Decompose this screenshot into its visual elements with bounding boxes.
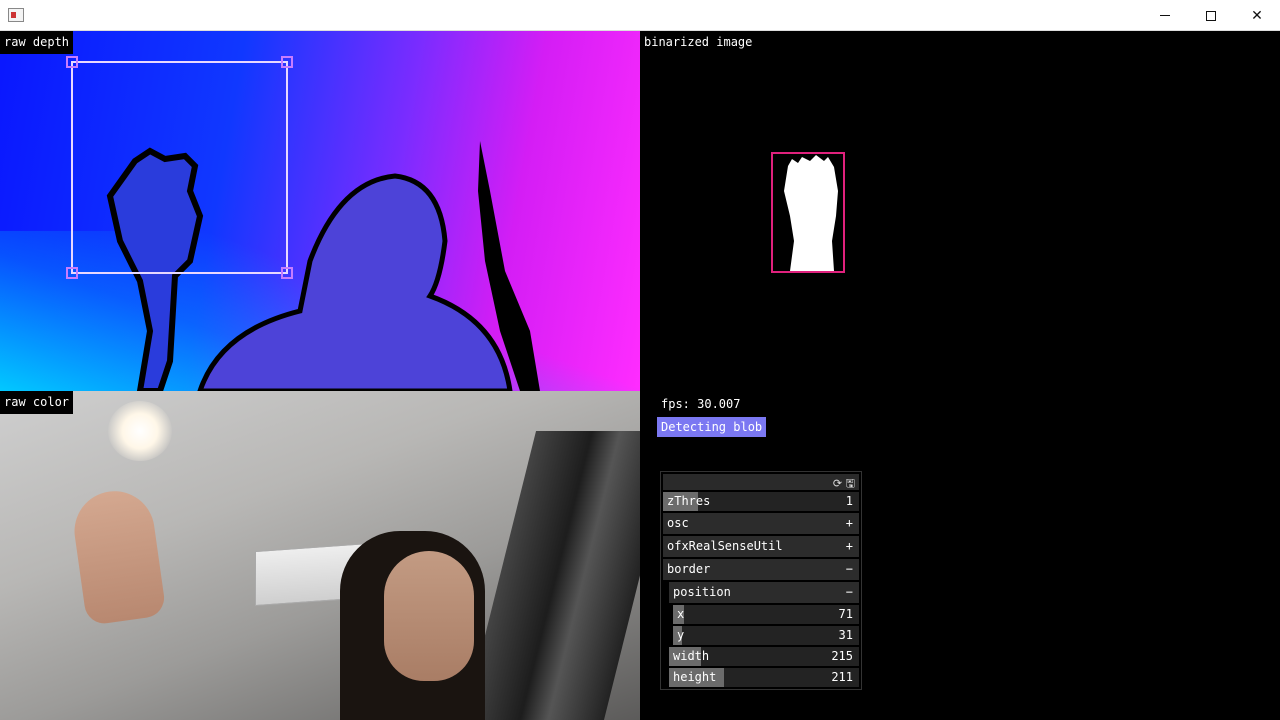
collapse-icon[interactable]: − bbox=[846, 584, 853, 601]
zthres-slider[interactable]: zThres 1 bbox=[663, 492, 859, 511]
app-icon bbox=[8, 8, 24, 22]
status-badge: Detecting blob bbox=[657, 417, 767, 437]
group-osc[interactable]: osc + bbox=[663, 513, 859, 534]
height-label: height bbox=[673, 670, 717, 684]
height-value: 211 bbox=[831, 670, 853, 684]
group-osc-label: osc bbox=[667, 516, 689, 530]
minimize-button[interactable] bbox=[1142, 0, 1188, 31]
raw-depth-view[interactable]: raw depth bbox=[0, 31, 640, 391]
expand-icon[interactable]: + bbox=[846, 515, 853, 532]
y-slider[interactable]: y 31 bbox=[673, 626, 859, 645]
stats-area: fps: 30.007 Detecting blob bbox=[657, 395, 767, 437]
zthres-label: zThres bbox=[667, 494, 711, 508]
depth-hand-silhouette bbox=[106, 147, 204, 391]
binarized-label: binarized image bbox=[640, 31, 757, 54]
group-position[interactable]: position − bbox=[669, 582, 859, 603]
width-label: width bbox=[673, 649, 710, 663]
ceiling-lamp bbox=[108, 401, 172, 461]
panel-header[interactable]: ⟳ 🖫 bbox=[663, 474, 859, 490]
close-button[interactable]: ✕ bbox=[1234, 0, 1280, 31]
collapse-icon[interactable]: − bbox=[846, 561, 853, 578]
raw-color-view: raw color bbox=[0, 391, 640, 720]
binary-overlay bbox=[771, 152, 845, 273]
y-label: y bbox=[677, 628, 685, 642]
raw-color-label: raw color bbox=[0, 391, 74, 414]
maximize-icon bbox=[1206, 10, 1216, 21]
minimize-icon bbox=[1160, 15, 1170, 16]
blob-mask bbox=[784, 155, 838, 271]
x-slider[interactable]: x 71 bbox=[673, 605, 859, 624]
y-value: 31 bbox=[838, 628, 853, 642]
x-label: x bbox=[677, 607, 685, 621]
raised-hand bbox=[69, 486, 167, 626]
height-slider[interactable]: height 211 bbox=[669, 668, 859, 687]
group-border-label: border bbox=[667, 562, 711, 576]
width-value: 215 bbox=[831, 649, 853, 663]
person-face bbox=[384, 551, 474, 681]
zthres-value: 1 bbox=[845, 494, 853, 508]
x-value: 71 bbox=[838, 607, 853, 621]
depth-person-silhouette bbox=[197, 173, 513, 391]
width-slider[interactable]: width 215 bbox=[669, 647, 859, 666]
maximize-button[interactable] bbox=[1188, 0, 1234, 31]
close-icon: ✕ bbox=[1251, 7, 1263, 24]
title-bar[interactable]: ✕ bbox=[0, 0, 1280, 31]
group-border[interactable]: border − bbox=[663, 559, 859, 580]
fps-readout: fps: 30.007 bbox=[661, 397, 741, 411]
binarized-view: binarized image bbox=[640, 31, 1280, 391]
group-position-label: position bbox=[673, 585, 731, 599]
raw-depth-label: raw depth bbox=[0, 31, 74, 54]
group-realsense-label: ofxRealSenseUtil bbox=[667, 539, 783, 553]
group-realsense[interactable]: ofxRealSenseUtil + bbox=[663, 536, 859, 557]
control-panel[interactable]: ⟳ 🖫 zThres 1 osc + ofxRealSenseUtil + bo… bbox=[660, 471, 862, 690]
expand-icon[interactable]: + bbox=[846, 538, 853, 555]
window-frame bbox=[463, 431, 640, 720]
depth-overlay bbox=[66, 56, 540, 391]
